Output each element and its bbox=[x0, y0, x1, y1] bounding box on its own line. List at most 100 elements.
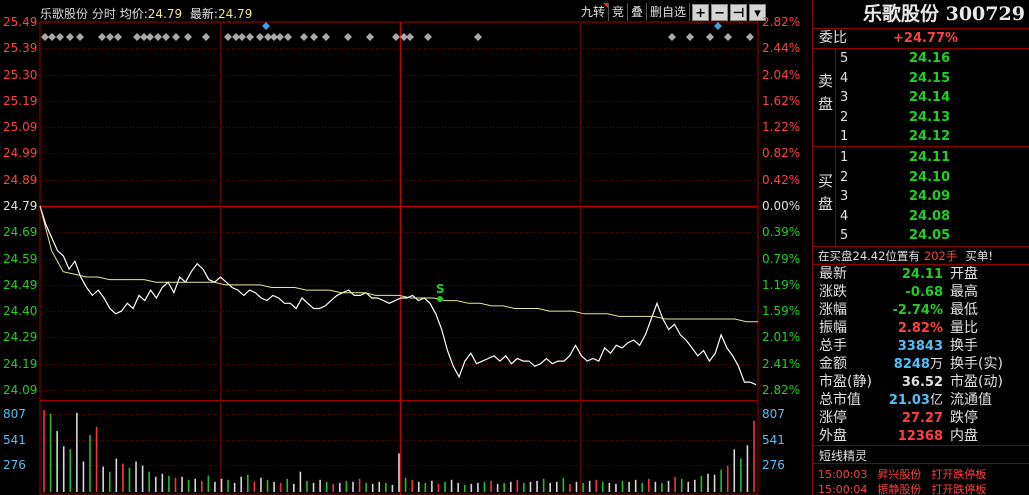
event-marker-icon bbox=[98, 33, 106, 41]
event-marker-icon bbox=[184, 33, 192, 41]
event-marker-icon bbox=[133, 33, 141, 41]
order-price[interactable]: 24.08 bbox=[909, 207, 950, 226]
event-marker-icon bbox=[724, 33, 732, 41]
quote-label-2: 内盘 bbox=[950, 428, 978, 444]
quote-value: 2.82% bbox=[897, 321, 943, 336]
stock-title: 乐歌股份 300729 bbox=[863, 3, 1025, 25]
order-level: 3 bbox=[840, 90, 849, 106]
event-marker-icon bbox=[256, 33, 264, 41]
event-marker-icon bbox=[172, 33, 180, 41]
price-tick-label: 25.49 bbox=[3, 15, 38, 29]
event-marker-icon bbox=[706, 33, 714, 41]
jing-button[interactable]: 竞 bbox=[609, 3, 629, 21]
event-marker-icon bbox=[284, 33, 292, 41]
event-marker-icon bbox=[106, 33, 114, 41]
order-price[interactable]: 24.14 bbox=[909, 88, 950, 107]
event-marker-icon bbox=[224, 33, 232, 41]
volume-tick-label: 276 bbox=[762, 458, 785, 472]
price-tick-label: 24.79 bbox=[3, 199, 38, 213]
event-marker-icon bbox=[310, 33, 318, 41]
pct-tick-label: 0.79% bbox=[762, 251, 801, 266]
event-marker-icon bbox=[162, 33, 170, 41]
intraday-chart[interactable]: S 乐歌股份 分时 均价:24.79 最新:24.79 九转 竞 叠 删自选 +… bbox=[0, 0, 812, 495]
order-price[interactable]: 24.15 bbox=[909, 69, 950, 88]
event-marker-icon bbox=[114, 33, 122, 41]
order-price[interactable]: 24.13 bbox=[909, 108, 950, 127]
last-label: 最新: bbox=[189, 7, 218, 21]
order-level: 5 bbox=[840, 51, 849, 66]
avg-price-line bbox=[39, 205, 758, 323]
pct-tick-label: 2.82% bbox=[762, 15, 801, 29]
price-tick-label: 24.59 bbox=[3, 251, 38, 266]
event-marker-icon bbox=[48, 33, 56, 41]
avg-value: 24.79 bbox=[147, 7, 183, 21]
avg-label: 均价: bbox=[119, 7, 148, 21]
order-price[interactable]: 24.09 bbox=[909, 187, 950, 206]
pct-tick-label: 2.41% bbox=[762, 356, 801, 371]
price-tick-label: 24.69 bbox=[3, 225, 38, 240]
order-level: 3 bbox=[840, 189, 849, 205]
pct-tick-label: 0.39% bbox=[762, 225, 801, 240]
price-tick-label: 25.30 bbox=[3, 67, 38, 82]
price-tick-label: 24.19 bbox=[3, 356, 38, 371]
order-price[interactable]: 24.16 bbox=[909, 49, 950, 68]
quote-value: -2.74% bbox=[892, 303, 944, 318]
volume-tick-label: 807 bbox=[762, 407, 785, 421]
event-marker-icon bbox=[76, 33, 84, 41]
zoom-out-icon[interactable]: − bbox=[711, 3, 729, 21]
price-tick-label: 24.99 bbox=[3, 146, 38, 161]
price-tick-label: 25.09 bbox=[3, 120, 38, 135]
event-marker-icon bbox=[246, 33, 254, 41]
pct-tick-label: 2.44% bbox=[762, 41, 801, 56]
last-value: 24.79 bbox=[217, 7, 253, 21]
pin-icon[interactable]: ⊣ bbox=[730, 3, 748, 21]
quote-value: 24.11 bbox=[901, 267, 943, 282]
event-marker-icon bbox=[300, 33, 308, 41]
order-level: 1 bbox=[840, 150, 849, 165]
order-price[interactable]: 24.10 bbox=[909, 168, 950, 187]
quote-label-2: 跌停 bbox=[950, 410, 978, 426]
order-level: 2 bbox=[840, 109, 849, 125]
quote-value: -0.68 bbox=[905, 285, 943, 300]
event-marker-icon bbox=[202, 33, 210, 41]
order-price[interactable]: 24.12 bbox=[909, 127, 950, 146]
pct-tick-label: 0.82% bbox=[762, 146, 801, 161]
price-tick-label: 25.39 bbox=[3, 41, 38, 56]
chart-kind: 分时 bbox=[91, 7, 116, 21]
event-marker-icon bbox=[424, 33, 432, 41]
overlay-button[interactable]: 叠 bbox=[628, 3, 648, 21]
chart-canvas: S bbox=[39, 21, 759, 495]
jiuzhuan-button[interactable]: 九转 bbox=[578, 3, 610, 21]
event-marker-icon bbox=[714, 22, 722, 30]
quote-value: 33843 bbox=[897, 339, 943, 354]
order-price[interactable]: 24.11 bbox=[909, 148, 950, 167]
quote-label-2: 最高 bbox=[950, 284, 978, 300]
remove-watchlist-button[interactable]: 删自选 bbox=[647, 3, 691, 21]
order-level: 1 bbox=[840, 129, 849, 145]
event-marker-icon bbox=[366, 33, 374, 41]
pct-tick-label: 2.82% bbox=[762, 383, 801, 397]
quote-label-2: 市盈(动) bbox=[950, 374, 1003, 390]
pct-tick-label: 1.62% bbox=[762, 93, 801, 108]
sell-side-label: 卖盘 bbox=[818, 72, 834, 113]
quote-value: 27.27 bbox=[901, 411, 943, 426]
pct-tick-label: 1.19% bbox=[762, 277, 801, 292]
quote-label-2: 换手 bbox=[950, 338, 978, 354]
pct-tick-label: 2.04% bbox=[762, 67, 801, 82]
quote-value: 12368 bbox=[897, 429, 943, 444]
volume-tick-label: 807 bbox=[3, 407, 26, 421]
event-marker-icon bbox=[56, 33, 64, 41]
buy-side-label: 买盘 bbox=[818, 172, 834, 213]
price-tick-label: 24.89 bbox=[3, 172, 38, 187]
zoom-in-icon[interactable]: + bbox=[692, 3, 710, 21]
event-marker-icon bbox=[392, 33, 400, 41]
elf-row[interactable]: 15:00:04 振静股份 打开跌停板 bbox=[818, 480, 996, 495]
order-price[interactable]: 24.05 bbox=[909, 226, 950, 245]
event-marker-icon bbox=[686, 33, 694, 41]
order-level: 5 bbox=[840, 228, 849, 244]
event-marker-icon bbox=[344, 33, 352, 41]
chart-stock-name: 乐歌股份 bbox=[40, 7, 89, 21]
order-level: 2 bbox=[840, 169, 849, 185]
event-marker-icon bbox=[746, 33, 754, 41]
quote-label-2: 开盘 bbox=[950, 266, 978, 282]
